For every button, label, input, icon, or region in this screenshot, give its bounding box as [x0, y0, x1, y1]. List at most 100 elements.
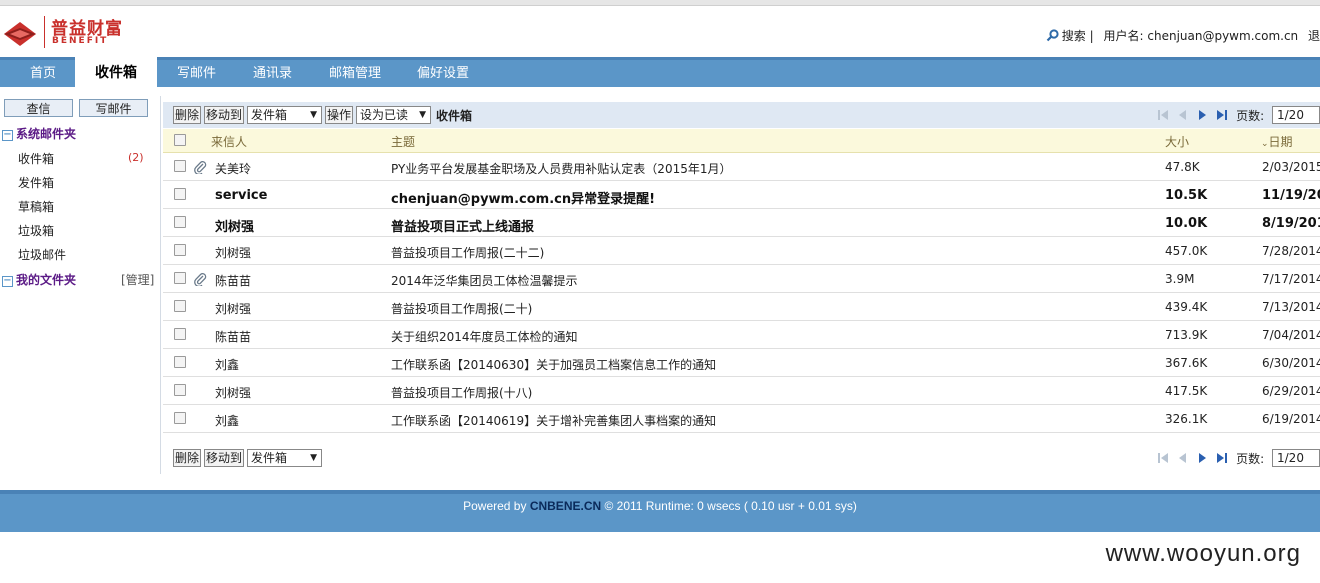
move-folder-value: 发件箱 [251, 108, 288, 122]
my-folders-header[interactable]: − 我的文件夹 [2, 271, 76, 288]
next-page-icon[interactable] [1196, 452, 1208, 464]
row-subject[interactable]: 2014年泛华集团员工体检温馨提示 [391, 272, 578, 289]
top-toolbar: 删除 移动到 发件箱 ▼ 操作 设为已读 ▼ 收件箱 页数: 1/20 [163, 102, 1320, 128]
nav-mailbox-settings[interactable]: 邮箱管理 [329, 60, 381, 87]
table-row[interactable]: 陈苗苗 2014年泛华集团员工体检温馨提示 3.9M 7/17/2014 [163, 265, 1320, 293]
row-checkbox[interactable] [174, 160, 186, 172]
first-page-icon[interactable] [1157, 109, 1169, 121]
nav-inbox[interactable]: 收件箱 [75, 57, 157, 87]
folder-sent[interactable]: 发件箱 [18, 174, 54, 191]
row-subject[interactable]: 工作联系函【20140619】关于增补完善集团人事档案的通知 [391, 412, 716, 429]
row-subject[interactable]: 普益投项目正式上线通报 [391, 216, 534, 235]
header-date[interactable]: ⌄日期 [1261, 133, 1293, 150]
prev-page-icon[interactable] [1177, 109, 1189, 121]
main-nav: 首页 收件箱 写邮件 通讯录 邮箱管理 偏好设置 [0, 57, 1320, 87]
row-from: 陈苗苗 [215, 274, 252, 288]
nav-preferences[interactable]: 偏好设置 [417, 60, 469, 87]
row-date: 6/19/2014 [1262, 412, 1320, 426]
folder-trash[interactable]: 垃圾箱 [18, 222, 54, 239]
collapse-icon[interactable]: − [2, 276, 13, 287]
username-label: 用户名: [1103, 29, 1144, 43]
row-from: 关美玲 [215, 162, 252, 176]
table-row[interactable]: 陈苗苗 关于组织2014年度员工体检的通知 713.9K 7/04/2014 [163, 321, 1320, 349]
footer-powered-by: Powered by [463, 499, 530, 513]
page-select[interactable]: 1/20 [1272, 106, 1320, 124]
header-separator: | [1089, 29, 1094, 43]
table-row[interactable]: 刘树强 普益投项目正式上线通报 10.0K 8/19/201 [163, 209, 1320, 237]
search-label: 搜索 [1061, 29, 1086, 43]
row-checkbox[interactable] [174, 384, 186, 396]
collapse-icon[interactable]: − [2, 130, 13, 141]
row-subject[interactable]: chenjuan@pywm.com.cn异常登录提醒! [391, 188, 655, 207]
table-row[interactable]: 刘树强 普益投项目工作周报(二十二) 457.0K 7/28/2014 [163, 237, 1320, 265]
delete-button[interactable]: 删除 [173, 106, 202, 124]
move-folder-select[interactable]: 发件箱 ▼ [247, 449, 322, 467]
current-folder-title: 收件箱 [436, 109, 473, 123]
row-checkbox[interactable] [174, 272, 186, 284]
header-subject[interactable]: 主题 [391, 133, 415, 150]
row-date: 7/04/2014 [1262, 328, 1320, 342]
header-size[interactable]: 大小 [1165, 133, 1189, 150]
row-checkbox[interactable] [174, 356, 186, 368]
row-date: 6/30/2014 [1262, 356, 1320, 370]
last-page-icon[interactable] [1216, 452, 1228, 464]
row-checkbox[interactable] [174, 244, 186, 256]
row-from: 刘树强 [215, 302, 252, 316]
move-folder-select[interactable]: 发件箱 ▼ [247, 106, 322, 124]
table-row[interactable]: 刘树强 普益投项目工作周报(十八) 417.5K 6/29/2014 [163, 377, 1320, 405]
system-folders-title: 系统邮件夹 [16, 127, 77, 141]
folder-inbox[interactable]: 收件箱 [18, 150, 54, 167]
move-folder-value: 发件箱 [251, 451, 288, 465]
first-page-icon[interactable] [1157, 452, 1169, 464]
table-row[interactable]: 关美玲 PY业务平台发展基金职场及人员费用补贴认定表（2015年1月） 47.8K 2… [163, 153, 1320, 181]
nav-contacts[interactable]: 通讯录 [253, 60, 292, 87]
action-button[interactable]: 操作 [325, 106, 354, 124]
row-subject[interactable]: 普益投项目工作周报(二十二) [391, 244, 544, 261]
last-page-icon[interactable] [1216, 109, 1228, 121]
nav-home[interactable]: 首页 [30, 60, 56, 87]
row-checkbox[interactable] [174, 188, 186, 200]
dropdown-arrow-icon: ▼ [310, 453, 317, 463]
delete-button[interactable]: 删除 [173, 449, 202, 467]
move-to-button[interactable]: 移动到 [204, 449, 245, 467]
check-mail-button[interactable]: 查信 [4, 99, 73, 117]
manage-folders-link[interactable]: [管理] [121, 271, 154, 288]
search-link[interactable]: 搜索 [1046, 29, 1090, 43]
next-page-icon[interactable] [1196, 109, 1208, 121]
header-from[interactable]: 来信人 [211, 133, 247, 150]
system-folders-header[interactable]: − 系统邮件夹 [2, 125, 76, 142]
mark-as-value: 设为已读 [360, 108, 409, 122]
attachment-icon [193, 160, 207, 177]
footer-brand-link[interactable]: CNBENE.CN [530, 499, 601, 513]
move-to-button[interactable]: 移动到 [204, 106, 245, 124]
folder-drafts[interactable]: 草稿箱 [18, 198, 54, 215]
folder-spam[interactable]: 垃圾邮件 [18, 246, 66, 263]
row-size: 10.0K [1165, 216, 1208, 231]
nav-compose[interactable]: 写邮件 [177, 60, 216, 87]
row-subject[interactable]: PY业务平台发展基金职场及人员费用补贴认定表（2015年1月） [391, 160, 731, 177]
select-all-checkbox[interactable] [174, 134, 186, 146]
page-label: 页数: [1236, 108, 1265, 123]
footer: Powered by CNBENE.CN © 2011 Runtime: 0 w… [0, 490, 1320, 532]
row-checkbox[interactable] [174, 328, 186, 340]
table-row[interactable]: 刘鑫 工作联系函【20140619】关于增补完善集团人事档案的通知 326.1K 6/… [163, 405, 1320, 433]
row-subject[interactable]: 工作联系函【20140630】关于加强员工档案信息工作的通知 [391, 356, 716, 373]
row-subject[interactable]: 普益投项目工作周报(二十) [391, 300, 532, 317]
top-strip [0, 0, 1320, 6]
row-size: 326.1K [1165, 412, 1208, 426]
table-row[interactable]: 刘鑫 工作联系函【20140630】关于加强员工档案信息工作的通知 367.6K 6/… [163, 349, 1320, 377]
mark-as-select[interactable]: 设为已读 ▼ [356, 106, 431, 124]
logout-link[interactable]: 退 [1308, 29, 1320, 43]
dropdown-arrow-icon: ▼ [310, 110, 317, 120]
row-checkbox[interactable] [174, 412, 186, 424]
row-checkbox[interactable] [174, 216, 186, 228]
row-checkbox[interactable] [174, 300, 186, 312]
header-user-bar: 搜索 | 用户名: chenjuan@pywm.com.cn 退 [1046, 27, 1320, 44]
page-select[interactable]: 1/20 [1272, 449, 1320, 467]
row-subject[interactable]: 关于组织2014年度员工体检的通知 [391, 328, 578, 345]
prev-page-icon[interactable] [1177, 452, 1189, 464]
table-row[interactable]: 刘树强 普益投项目工作周报(二十) 439.4K 7/13/2014 [163, 293, 1320, 321]
compose-button[interactable]: 写邮件 [79, 99, 148, 117]
table-row[interactable]: service chenjuan@pywm.com.cn异常登录提醒! 10.5K 1… [163, 181, 1320, 209]
row-subject[interactable]: 普益投项目工作周报(十八) [391, 384, 532, 401]
